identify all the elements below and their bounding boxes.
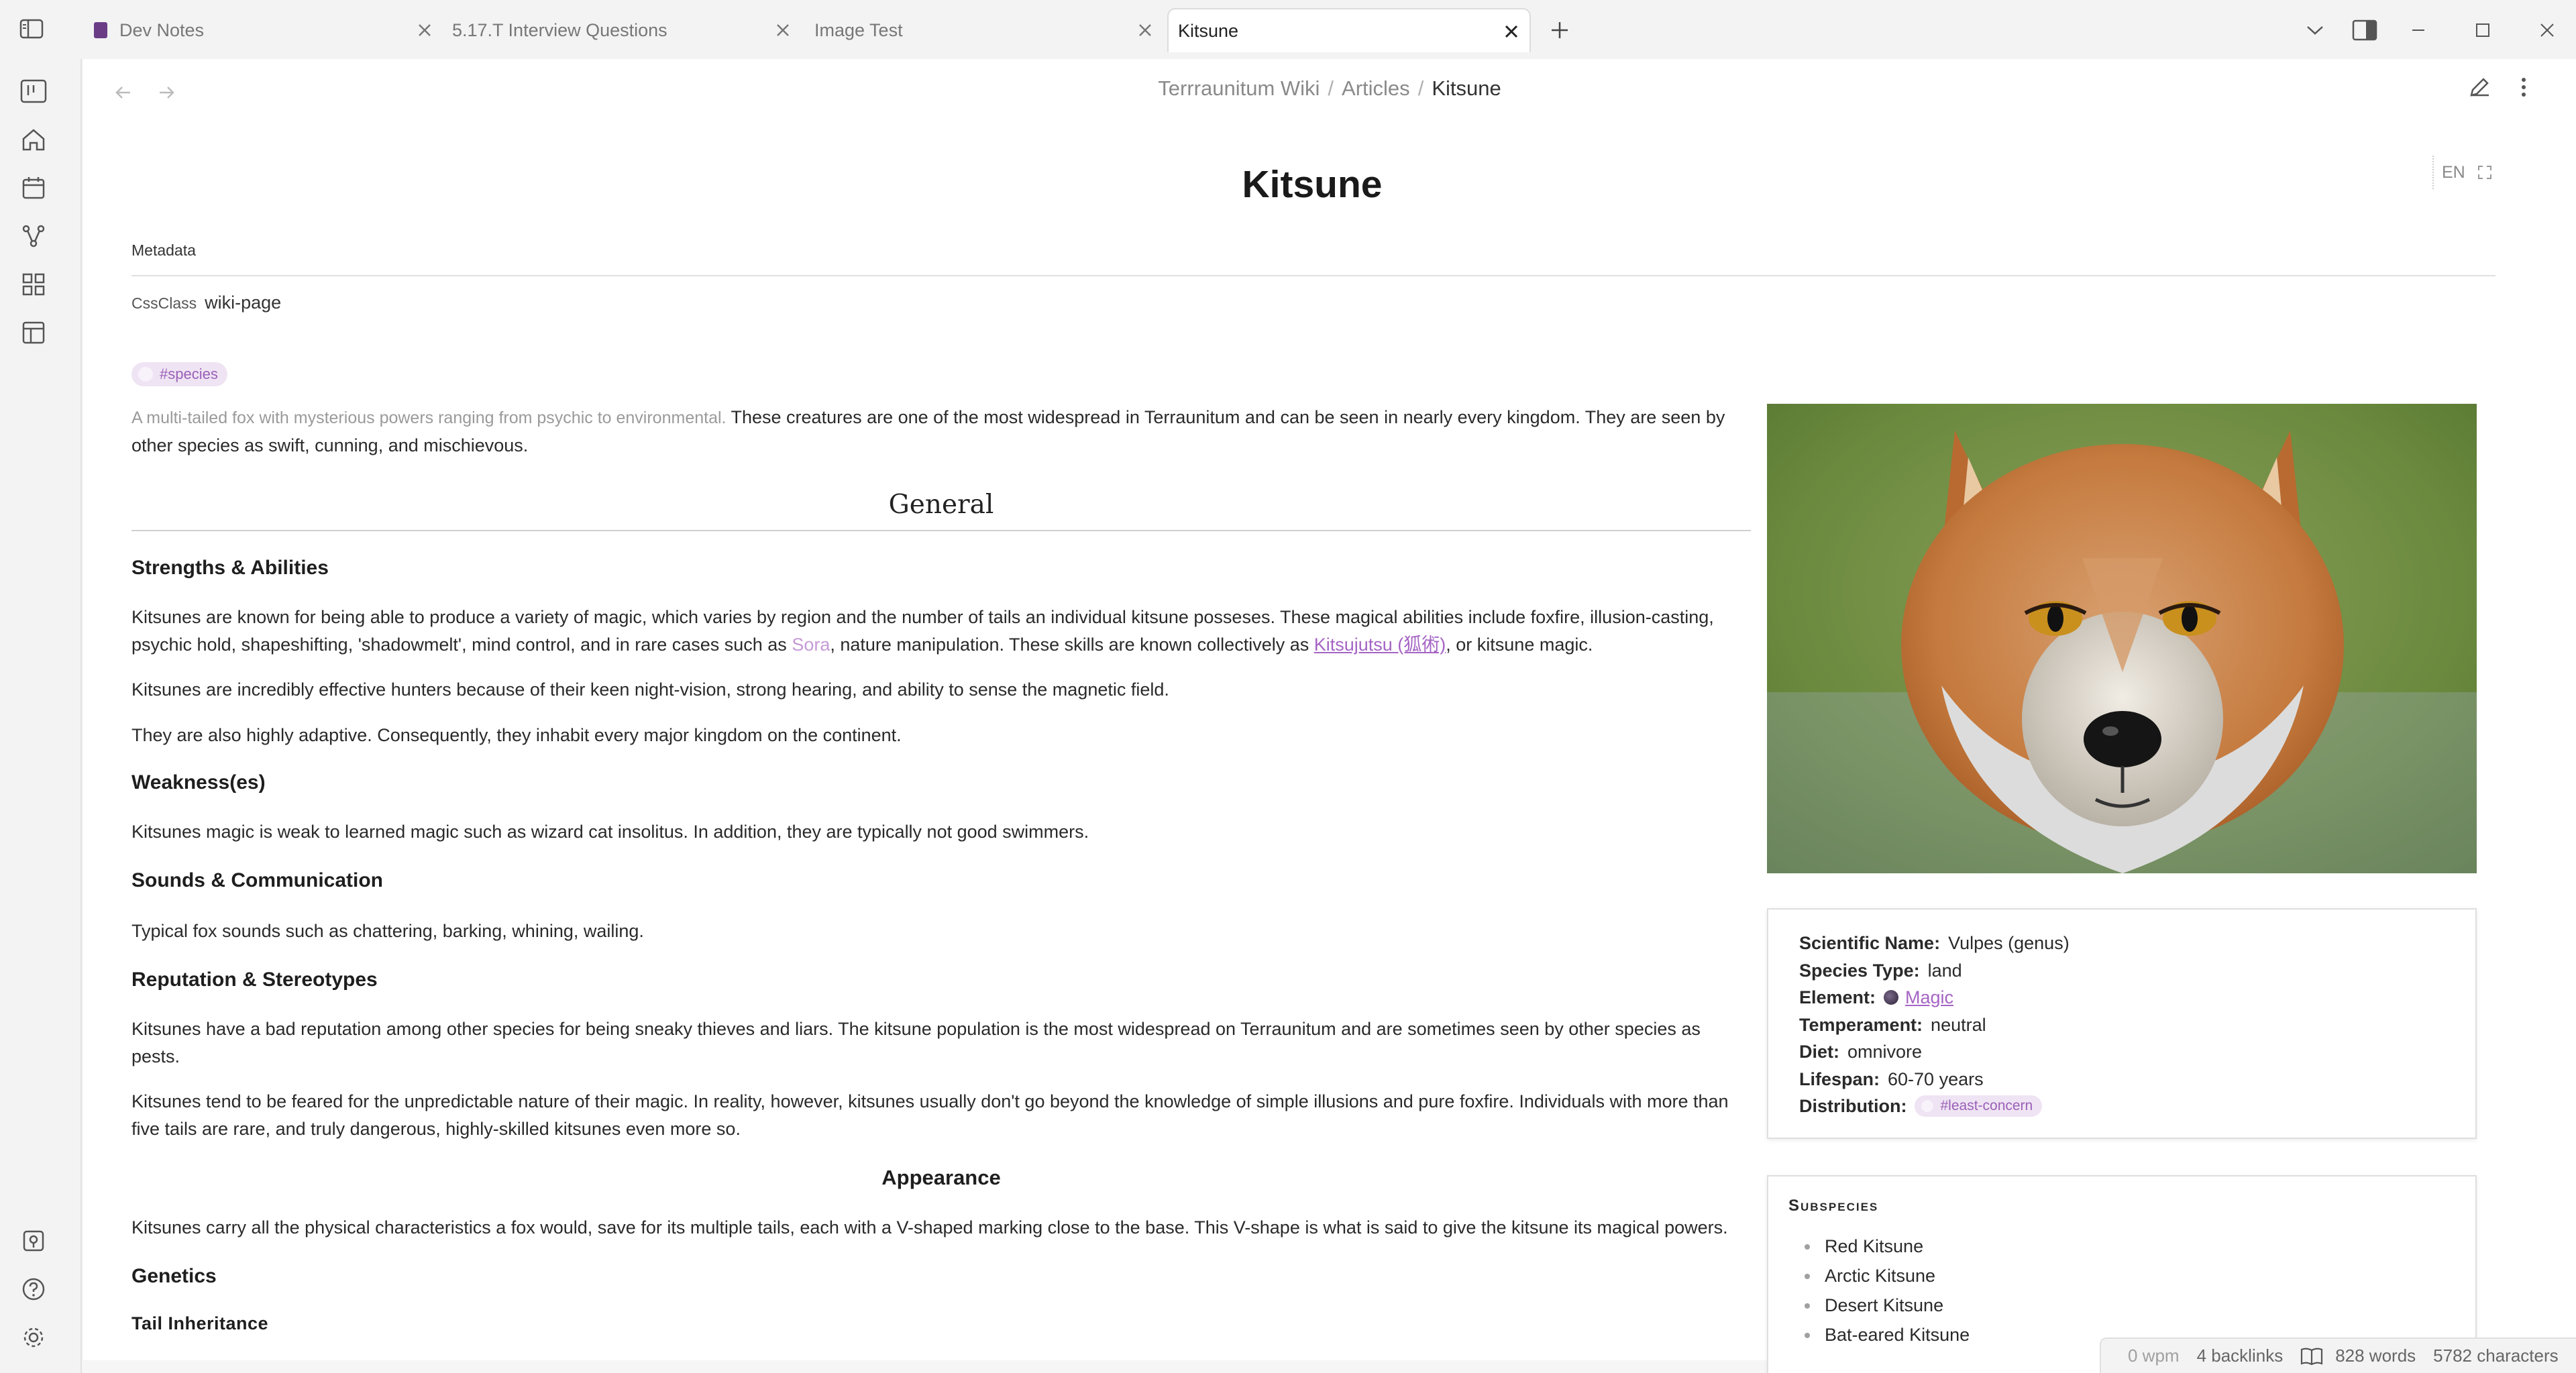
reputation-paragraph-2: Kitsunes tend to be feared for the unpre… (131, 1091, 1729, 1139)
character-count: 5782 characters (2433, 1345, 2559, 1366)
strengths-paragraph-3: They are also highly adaptive. Consequen… (131, 725, 902, 745)
intro-summary: A multi-tailed fox with mysterious power… (131, 408, 727, 427)
right-sidebar-toggle-icon[interactable] (2351, 16, 2379, 44)
list-item: Red Kitsune (1805, 1231, 2475, 1261)
breadcrumb-current[interactable]: Kitsune (1432, 76, 1501, 100)
species-infobox: Scientific Name: Vulpes (genus) Species T… (1767, 908, 2477, 1139)
subspecies-title: Subspecies (1788, 1197, 1879, 1215)
info-scientific-name: Scientific Name: Vulpes (genus) (1799, 933, 2070, 953)
tag-dot (1921, 1100, 1934, 1113)
close-icon[interactable] (1503, 23, 1520, 40)
minimize-icon[interactable] (2404, 16, 2432, 44)
sounds-paragraph: Typical fox sounds such as chattering, b… (131, 921, 644, 941)
property-key: CssClass (131, 294, 197, 312)
wpm-counter: 0 wpm (2128, 1345, 2180, 1366)
subspecies-list: Red Kitsune Arctic Kitsune Desert Kitsun… (1788, 1231, 2475, 1350)
close-icon[interactable] (774, 21, 792, 39)
status-bar: 0 wpm 4 backlinks 828 words 5782 charact… (2100, 1337, 2576, 1373)
kitsujutsu-link[interactable]: Kitsujutsu (狐術) (1314, 635, 1446, 655)
reading-book-icon[interactable] (2300, 1347, 2323, 1366)
weakness-paragraph: Kitsunes magic is weak to learned magic … (131, 822, 1089, 842)
intro-paragraph: A multi-tailed fox with mysterious power… (131, 404, 1755, 459)
heading-strengths: Strengths & Abilities (131, 557, 329, 579)
appearance-paragraph: Kitsunes carry all the physical characte… (131, 1217, 1728, 1238)
least-concern-tag[interactable]: #least-concern (1915, 1095, 2043, 1117)
tab-kitsune[interactable]: Kitsune (1167, 8, 1531, 52)
tab-label: 5.17.T Interview Questions (452, 19, 667, 40)
breadcrumb-root[interactable]: Terrraunitum Wiki (1158, 76, 1320, 100)
kanban-icon[interactable] (19, 76, 48, 106)
heading-tail-inheritance: Tail Inheritance (131, 1313, 269, 1333)
list-item: Arctic Kitsune (1805, 1261, 2475, 1290)
tag-dot (138, 367, 153, 382)
reputation-paragraph-1: Kitsunes have a bad reputation among oth… (131, 1019, 1701, 1066)
species-tag[interactable]: #species (131, 362, 227, 386)
info-temperament: Temperament: neutral (1799, 1014, 1986, 1035)
info-lifespan: Lifespan: 60-70 years (1799, 1068, 1984, 1089)
word-count: 828 words (2335, 1345, 2416, 1366)
heading-weaknesses: Weakness(es) (131, 771, 266, 793)
metadata-heading[interactable]: Metadata (131, 241, 196, 260)
vault-icon[interactable] (19, 1226, 48, 1256)
strengths-paragraph-1: Kitsunes are known for being able to pro… (131, 607, 1714, 655)
property-value[interactable]: wiki-page (205, 292, 281, 313)
section-divider (131, 530, 1751, 531)
edit-icon[interactable] (2466, 74, 2493, 101)
breadcrumb-section[interactable]: Articles (1342, 76, 1410, 100)
heading-genetics: Genetics (131, 1265, 217, 1287)
list-item: Desert Kitsune (1805, 1290, 2475, 1320)
magic-link[interactable]: Magic (1905, 984, 1953, 1011)
left-ribbon (0, 59, 82, 1373)
maximize-icon[interactable] (2469, 16, 2497, 44)
tag-label: #species (160, 366, 218, 382)
intro-text: These creatures are one of the most wide… (726, 407, 1725, 427)
metadata-cssclass[interactable]: CssClass wiki-page (131, 292, 281, 313)
tab-label: Kitsune (1178, 20, 1239, 41)
magic-orb-icon (1884, 990, 1899, 1005)
sidebar-toggle-icon[interactable] (17, 15, 46, 43)
help-icon[interactable] (19, 1274, 48, 1304)
chevron-down-icon[interactable] (2301, 16, 2329, 44)
tab-bar: Dev Notes 5.17.T Interview Questions Ima… (0, 0, 2576, 59)
sora-link[interactable]: Sora (792, 635, 830, 655)
breadcrumb: Terrraunitum Wiki / Articles / Kitsune (1158, 76, 1501, 100)
info-distribution: Distribution: #least-concern (1799, 1093, 2475, 1120)
fox-image (1767, 404, 2477, 873)
tab-dev-notes[interactable]: Dev Notes (94, 8, 443, 52)
notebook-icon (94, 22, 107, 38)
info-species-type: Species Type: land (1799, 960, 1962, 981)
dashboard-icon[interactable] (19, 270, 48, 299)
graph-icon[interactable] (19, 221, 48, 251)
backlinks-count[interactable]: 4 backlinks (2197, 1345, 2284, 1366)
tab-interview-questions[interactable]: 5.17.T Interview Questions (452, 8, 801, 52)
home-icon[interactable] (19, 125, 48, 154)
heading-appearance: Appearance (881, 1166, 1001, 1189)
page-title: Kitsune (1242, 163, 1383, 206)
new-tab-icon[interactable] (1546, 16, 1574, 44)
calendar-icon[interactable] (19, 173, 48, 203)
window-close-icon[interactable] (2533, 16, 2561, 44)
heading-sounds: Sounds & Communication (131, 869, 383, 891)
tab-label: Image Test (814, 19, 903, 40)
strengths-paragraph-2: Kitsunes are incredibly effective hunter… (131, 679, 1169, 700)
heading-reputation: Reputation & Stereotypes (131, 969, 378, 991)
info-element: Element: Magic (1799, 984, 2475, 1011)
intro-text-line2: other species as swift, cunning, and mis… (131, 435, 529, 455)
tab-label: Dev Notes (119, 19, 205, 40)
close-icon[interactable] (1136, 21, 1154, 39)
layout-icon[interactable] (19, 318, 48, 347)
close-icon[interactable] (416, 21, 433, 39)
section-heading-general: General (888, 490, 994, 520)
settings-icon[interactable] (19, 1323, 48, 1352)
metadata-divider (131, 275, 2496, 276)
tab-image-test[interactable]: Image Test (814, 8, 1163, 52)
info-diet: Diet: omnivore (1799, 1042, 1923, 1062)
more-options-icon[interactable] (2510, 74, 2537, 101)
